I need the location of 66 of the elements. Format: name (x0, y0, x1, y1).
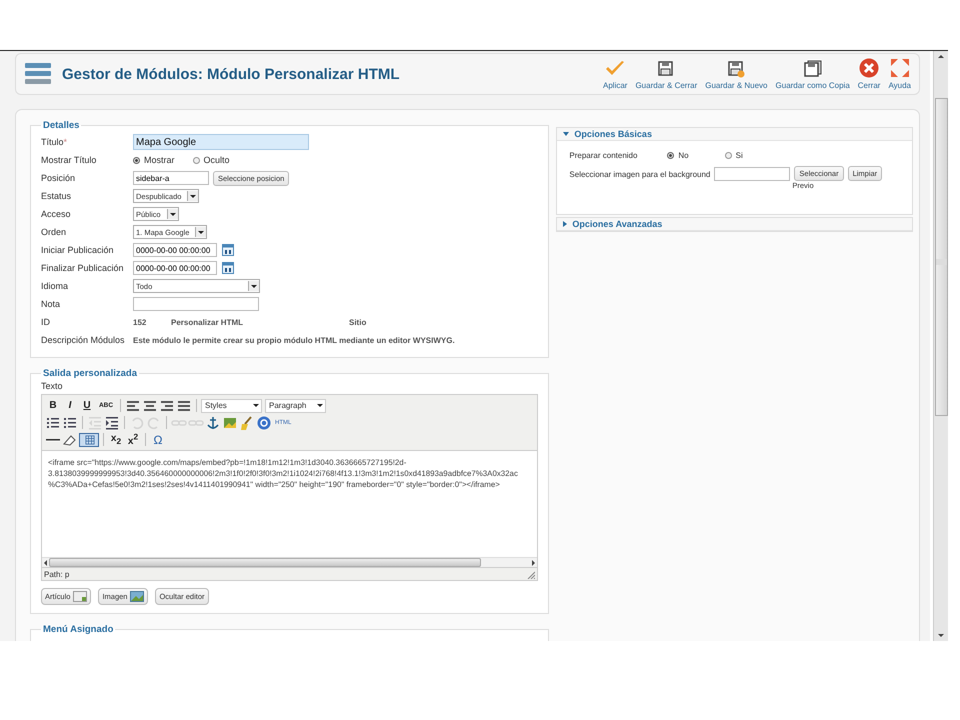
image-path-field[interactable] (714, 166, 790, 180)
section-legend: Salida personalizada (41, 368, 139, 379)
module-description: Este módulo le permite crear su propio módulo HTML mediante un editor WYSIWYG. (133, 336, 455, 344)
close-button[interactable]: Cerrar (856, 58, 882, 90)
radio-option[interactable]: Si (724, 151, 743, 160)
field-label: Estatus (41, 191, 72, 201)
section-legend: Menú Asignado (41, 624, 116, 635)
apply-button[interactable]: Aplicar (601, 60, 630, 90)
superscript-button[interactable]: x$^{2}$ (125, 432, 141, 448)
close-icon (859, 58, 880, 78)
floppy-disks-icon (802, 60, 823, 78)
field-label: Nota (41, 299, 62, 309)
toolbar-dropdown[interactable]: Styles (201, 398, 262, 412)
save-copy-button[interactable]: Guardar como Copia (774, 60, 852, 90)
subscript-button[interactable]: x$_{2}$ (108, 433, 124, 446)
field-label: Posición (41, 173, 76, 183)
page-title: Gestor de Módulos: Módulo Personalizar HTML (62, 66, 401, 82)
note-field[interactable] (133, 297, 259, 311)
help-icon (890, 58, 910, 78)
save-close-button[interactable]: Guardar & Cerrar (633, 60, 700, 90)
radio-option[interactable]: No (667, 151, 689, 160)
radio-option[interactable]: Mostrar (133, 155, 175, 165)
special-character-button[interactable]: Ω (150, 432, 166, 446)
info-value: Personalizar HTML (171, 318, 244, 326)
field-label: Texto (41, 381, 64, 391)
date-field[interactable]: 0000-00-00 00:00:00 (133, 261, 217, 275)
element-path: Path: p (44, 570, 70, 579)
section-legend: Detalles (41, 120, 82, 131)
document-icon (73, 591, 88, 602)
floppy-disk-plus-icon (727, 60, 746, 78)
info-value: 152 (133, 318, 148, 326)
resize-handle-icon[interactable] (527, 571, 536, 579)
help-icon[interactable] (256, 414, 272, 430)
indent-icon[interactable] (104, 414, 120, 430)
field-label: Preparar contenido (569, 151, 638, 160)
date-field[interactable]: 0000-00-00 00:00:00 (133, 243, 217, 257)
field-label: Finalizar Publicación (41, 263, 125, 273)
field-label: Mostrar Título (41, 155, 98, 165)
field-label: Descripción Módulos (41, 335, 126, 345)
field-label: ID (41, 317, 51, 327)
field-label: Orden (41, 227, 68, 237)
field-label: Iniciar Publicación (41, 245, 115, 255)
field-label: Idioma (41, 281, 70, 291)
image-icon (130, 591, 144, 602)
field-label: Acceso (41, 209, 72, 219)
toolbar-dropdown[interactable]: Paragraph (265, 398, 326, 412)
panel-toggle[interactable]: Opciones Avanzadas (557, 218, 912, 231)
help-button[interactable]: Ayuda (886, 58, 913, 90)
calendar-icon[interactable] (222, 244, 234, 256)
save-new-button[interactable]: Guardar & Nuevo (703, 60, 770, 90)
calendar-icon[interactable] (222, 262, 234, 274)
info-value: Sitio (349, 318, 366, 326)
radio-option[interactable]: Oculto (192, 155, 230, 165)
module-manager-icon (24, 61, 52, 87)
vertical-scrollbar[interactable] (933, 51, 948, 641)
field-label: Seleccionar imagen para el background (569, 169, 710, 179)
table-icon[interactable] (79, 432, 99, 446)
bold-button[interactable]: B (45, 400, 61, 411)
underline-button[interactable]: U (79, 400, 95, 411)
field-label: Título* (41, 137, 68, 147)
position-field[interactable]: sidebar-a (133, 171, 209, 185)
horizontal-scrollbar[interactable] (42, 557, 538, 567)
anchor-icon[interactable] (205, 414, 221, 430)
italic-button[interactable]: I (62, 400, 78, 411)
title-field[interactable]: Mapa Google (133, 134, 309, 150)
panel-toggle[interactable]: Opciones Básicas (557, 128, 912, 141)
